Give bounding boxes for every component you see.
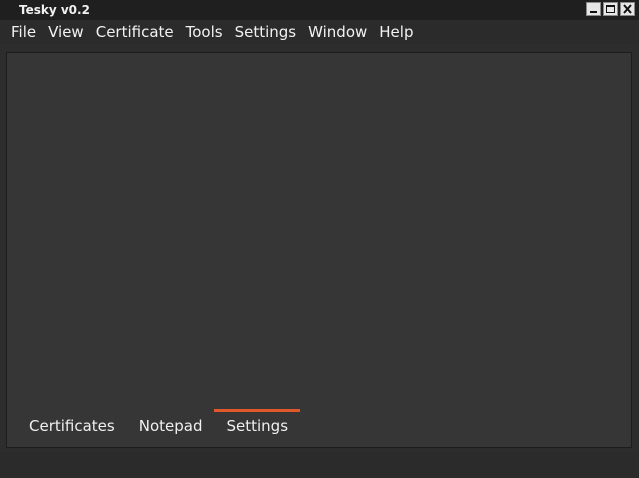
main-content-panel: Certificates Notepad Settings [6,52,632,448]
menu-settings[interactable]: Settings [229,21,303,43]
title-bar[interactable]: Tesky v0.2 [0,0,639,20]
minimize-button[interactable] [586,2,601,16]
tab-notepad[interactable]: Notepad [127,409,215,447]
menu-tools[interactable]: Tools [180,21,229,43]
menu-bar: File View Certificate Tools Settings Win… [0,20,639,44]
window-title: Tesky v0.2 [19,3,90,17]
tab-bar: Certificates Notepad Settings [17,409,300,447]
menu-window[interactable]: Window [302,21,373,43]
menu-file[interactable]: File [5,21,42,43]
window-controls [586,2,635,16]
maximize-icon [606,5,615,13]
menu-help[interactable]: Help [373,21,419,43]
app-window: Tesky v0.2 File View Certificate Tools S… [0,0,639,478]
menu-view[interactable]: View [42,21,90,43]
status-bar [0,452,639,478]
close-icon [623,4,632,14]
tab-settings[interactable]: Settings [214,409,300,447]
maximize-button[interactable] [603,2,618,16]
menu-certificate[interactable]: Certificate [90,21,180,43]
minimize-icon [590,11,597,13]
tab-certificates[interactable]: Certificates [17,409,127,447]
close-button[interactable] [620,2,635,16]
